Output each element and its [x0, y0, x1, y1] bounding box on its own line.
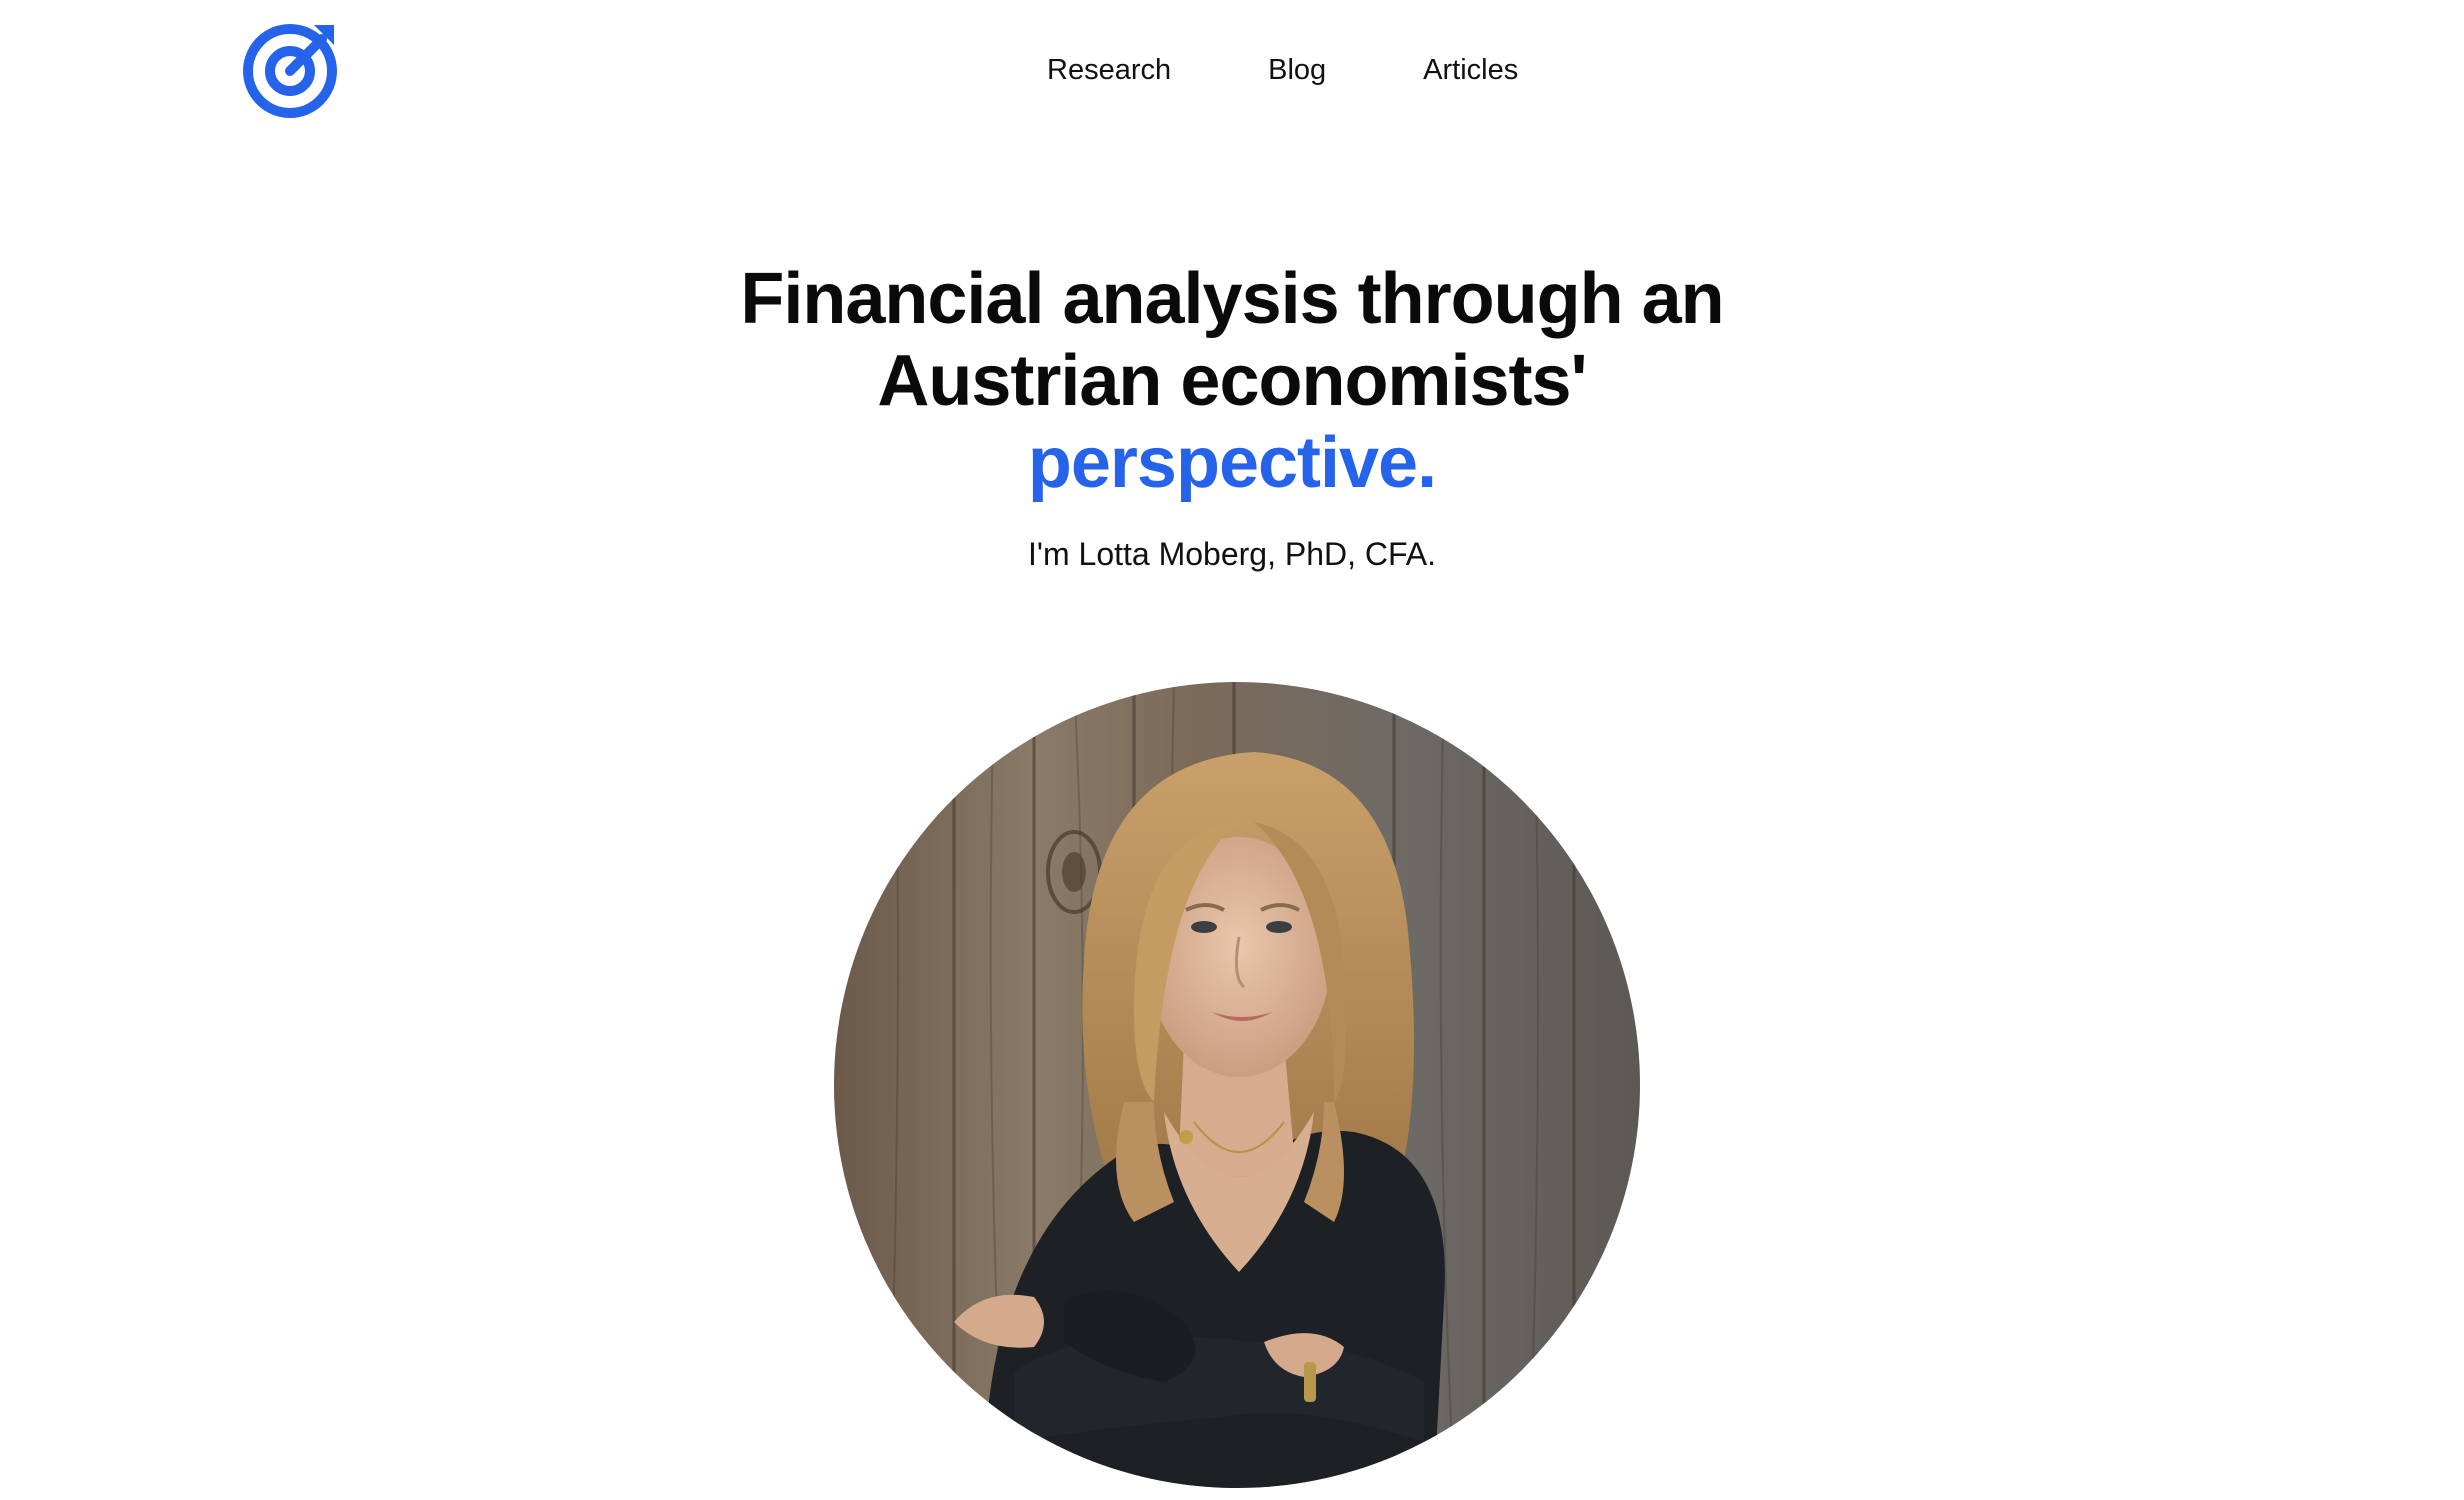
hero-title-line-2: Austrian economists' [877, 341, 1587, 421]
target-arrow-logo-icon[interactable] [240, 17, 344, 121]
hero-subtitle: I'm Lotta Moberg, PhD, CFA. [1027, 536, 1437, 572]
nav-link-research[interactable]: Research [1047, 48, 1171, 92]
site-header: Research Blog Articles [0, 0, 2464, 140]
hero-title: Financial analysis through an Austrian e… [682, 258, 1782, 504]
person-portrait-photo [834, 682, 1640, 1488]
portrait-photo [834, 682, 1640, 1488]
nav-link-articles[interactable]: Articles [1423, 48, 1518, 92]
hero-title-accent: perspective. [1027, 423, 1437, 503]
hero-title-line-1: Financial analysis through an [740, 259, 1724, 339]
main-nav: Research Blog Articles [1047, 48, 1518, 92]
page: Research Blog Articles Financial analysi… [0, 0, 2464, 1500]
nav-link-blog[interactable]: Blog [1268, 48, 1326, 92]
hero-section: Financial analysis through an Austrian e… [0, 258, 2464, 576]
